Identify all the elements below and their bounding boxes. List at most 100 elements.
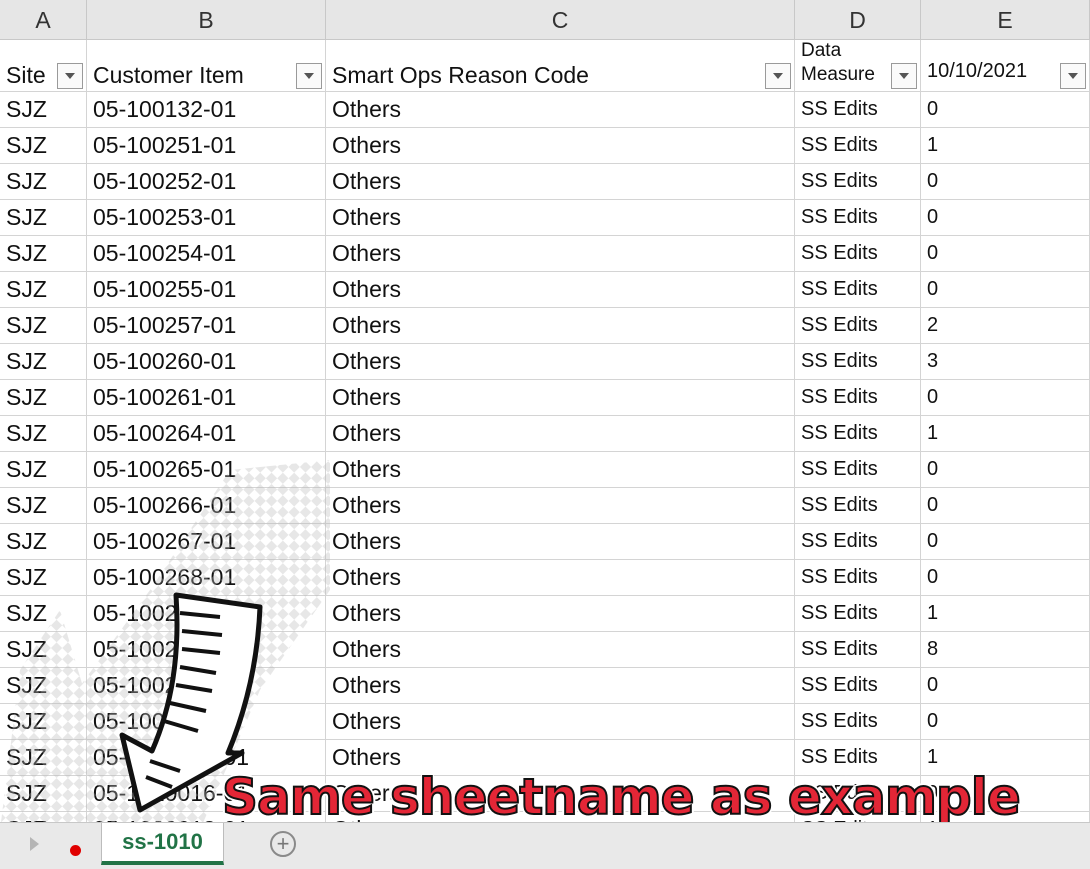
cell-customer-item[interactable]: 05-100251-01 bbox=[87, 128, 326, 163]
cell-value[interactable]: 1 bbox=[921, 128, 1090, 163]
cell-site[interactable]: SJZ bbox=[0, 272, 87, 307]
cell-customer-item[interactable]: 05-100255-01 bbox=[87, 272, 326, 307]
cell-value[interactable]: 0 bbox=[921, 488, 1090, 523]
cell-value[interactable]: 3 bbox=[921, 344, 1090, 379]
filter-dropdown-icon[interactable] bbox=[57, 63, 83, 89]
table-row: SJZ 05-100261-01 Others SS Edits 0 bbox=[0, 380, 1090, 416]
column-header-e[interactable]: E bbox=[921, 0, 1090, 39]
table-row: SJZ 05-100254-01 Others SS Edits 0 bbox=[0, 236, 1090, 272]
header-cell-data-measure[interactable]: Data Measure bbox=[795, 40, 921, 91]
cell-value[interactable]: 8 bbox=[921, 632, 1090, 667]
table-row: SJZ 05-100132-01 Others SS Edits 0 bbox=[0, 92, 1090, 128]
cell-reason-code[interactable]: Others bbox=[326, 164, 795, 199]
cell-data-measure[interactable]: SS Edits bbox=[795, 488, 921, 523]
record-dot-icon bbox=[70, 845, 81, 856]
cell-value[interactable]: 0 bbox=[921, 560, 1090, 595]
cell-value[interactable]: 0 bbox=[921, 452, 1090, 487]
cell-value[interactable]: 0 bbox=[921, 92, 1090, 127]
cell-site[interactable]: SJZ bbox=[0, 308, 87, 343]
cell-customer-item[interactable]: 05-100260-01 bbox=[87, 344, 326, 379]
cell-data-measure[interactable]: SS Edits bbox=[795, 164, 921, 199]
filter-dropdown-icon[interactable] bbox=[765, 63, 791, 89]
cell-site[interactable]: SJZ bbox=[0, 344, 87, 379]
cell-data-measure[interactable]: SS Edits bbox=[795, 200, 921, 235]
table-row: SJZ 05-100255-01 Others SS Edits 0 bbox=[0, 272, 1090, 308]
cell-value[interactable]: 0 bbox=[921, 164, 1090, 199]
cell-data-measure[interactable]: SS Edits bbox=[795, 236, 921, 271]
header-label-customer-item: Customer Item bbox=[93, 62, 244, 88]
header-cell-site[interactable]: Site bbox=[0, 40, 87, 91]
table-row: SJZ 05-100252-01 Others SS Edits 0 bbox=[0, 164, 1090, 200]
cell-reason-code[interactable]: Others bbox=[326, 308, 795, 343]
table-row: SJZ 05-100253-01 Others SS Edits 0 bbox=[0, 200, 1090, 236]
cell-site[interactable]: SJZ bbox=[0, 236, 87, 271]
cell-data-measure[interactable]: SS Edits bbox=[795, 344, 921, 379]
cell-site[interactable]: SJZ bbox=[0, 416, 87, 451]
cell-customer-item[interactable]: 05-100252-01 bbox=[87, 164, 326, 199]
cell-site[interactable]: SJZ bbox=[0, 164, 87, 199]
cell-value[interactable]: 0 bbox=[921, 272, 1090, 307]
header-cell-reason-code[interactable]: Smart Ops Reason Code bbox=[326, 40, 795, 91]
filter-dropdown-icon[interactable] bbox=[296, 63, 322, 89]
cell-data-measure[interactable]: SS Edits bbox=[795, 560, 921, 595]
cell-data-measure[interactable]: SS Edits bbox=[795, 524, 921, 559]
cell-site[interactable]: SJZ bbox=[0, 92, 87, 127]
cell-site[interactable]: SJZ bbox=[0, 128, 87, 163]
cell-reason-code[interactable]: Others bbox=[326, 416, 795, 451]
cell-site[interactable]: SJZ bbox=[0, 200, 87, 235]
cell-reason-code[interactable]: Others bbox=[326, 200, 795, 235]
cell-value[interactable]: 1 bbox=[921, 596, 1090, 631]
cell-data-measure[interactable]: SS Edits bbox=[795, 668, 921, 703]
cell-reason-code[interactable]: Others bbox=[326, 92, 795, 127]
cell-value[interactable]: 0 bbox=[921, 236, 1090, 271]
sheet-tab-bar: ss-1010 + bbox=[0, 822, 1090, 869]
table-row: SJZ 05-100257-01 Others SS Edits 2 bbox=[0, 308, 1090, 344]
cell-value[interactable]: 0 bbox=[921, 668, 1090, 703]
cell-customer-item[interactable]: 05-100264-01 bbox=[87, 416, 326, 451]
cell-data-measure[interactable]: SS Edits bbox=[795, 92, 921, 127]
header-cell-date[interactable]: 10/10/2021 bbox=[921, 40, 1090, 91]
cell-data-measure[interactable]: SS Edits bbox=[795, 128, 921, 163]
cell-data-measure[interactable]: SS Edits bbox=[795, 704, 921, 739]
cell-reason-code[interactable]: Others bbox=[326, 344, 795, 379]
column-header-a[interactable]: A bbox=[0, 0, 87, 39]
table-row: SJZ 05-100251-01 Others SS Edits 1 bbox=[0, 128, 1090, 164]
cell-value[interactable]: 0 bbox=[921, 704, 1090, 739]
cell-customer-item[interactable]: 05-100261-01 bbox=[87, 380, 326, 415]
cell-customer-item[interactable]: 05-100254-01 bbox=[87, 236, 326, 271]
cell-data-measure[interactable]: SS Edits bbox=[795, 416, 921, 451]
column-header-b[interactable]: B bbox=[87, 0, 326, 39]
cell-value[interactable]: 1 bbox=[921, 416, 1090, 451]
table-row: SJZ 05-100264-01 Others SS Edits 1 bbox=[0, 416, 1090, 452]
cell-data-measure[interactable]: SS Edits bbox=[795, 452, 921, 487]
filter-dropdown-icon[interactable] bbox=[1060, 63, 1086, 89]
sheet-tab-active[interactable]: ss-1010 bbox=[101, 823, 224, 865]
cell-value[interactable]: 2 bbox=[921, 308, 1090, 343]
column-header-d[interactable]: D bbox=[795, 0, 921, 39]
cell-reason-code[interactable]: Others bbox=[326, 236, 795, 271]
cell-data-measure[interactable]: SS Edits bbox=[795, 272, 921, 307]
sheet-nav-arrow-icon[interactable] bbox=[30, 837, 39, 851]
cell-reason-code[interactable]: Others bbox=[326, 128, 795, 163]
cell-site[interactable]: SJZ bbox=[0, 380, 87, 415]
cell-value[interactable]: 0 bbox=[921, 380, 1090, 415]
header-cell-customer-item[interactable]: Customer Item bbox=[87, 40, 326, 91]
plus-icon: + bbox=[276, 831, 290, 856]
cell-value[interactable]: 0 bbox=[921, 200, 1090, 235]
cell-reason-code[interactable]: Others bbox=[326, 380, 795, 415]
cell-data-measure[interactable]: SS Edits bbox=[795, 380, 921, 415]
cell-data-measure[interactable]: SS Edits bbox=[795, 632, 921, 667]
cell-customer-item[interactable]: 05-100257-01 bbox=[87, 308, 326, 343]
table-header-row: Site Customer Item Smart Ops Reason Code… bbox=[0, 40, 1090, 92]
filter-dropdown-icon[interactable] bbox=[891, 63, 917, 89]
cell-customer-item[interactable]: 05-100132-01 bbox=[87, 92, 326, 127]
cell-reason-code[interactable]: Others bbox=[326, 272, 795, 307]
cell-value[interactable]: 0 bbox=[921, 524, 1090, 559]
column-header-bar: A B C D E bbox=[0, 0, 1090, 40]
column-header-c[interactable]: C bbox=[326, 0, 795, 39]
add-sheet-button[interactable]: + bbox=[270, 831, 296, 857]
cell-data-measure[interactable]: SS Edits bbox=[795, 596, 921, 631]
cell-data-measure[interactable]: SS Edits bbox=[795, 308, 921, 343]
header-label-reason-code: Smart Ops Reason Code bbox=[332, 62, 589, 88]
cell-customer-item[interactable]: 05-100253-01 bbox=[87, 200, 326, 235]
